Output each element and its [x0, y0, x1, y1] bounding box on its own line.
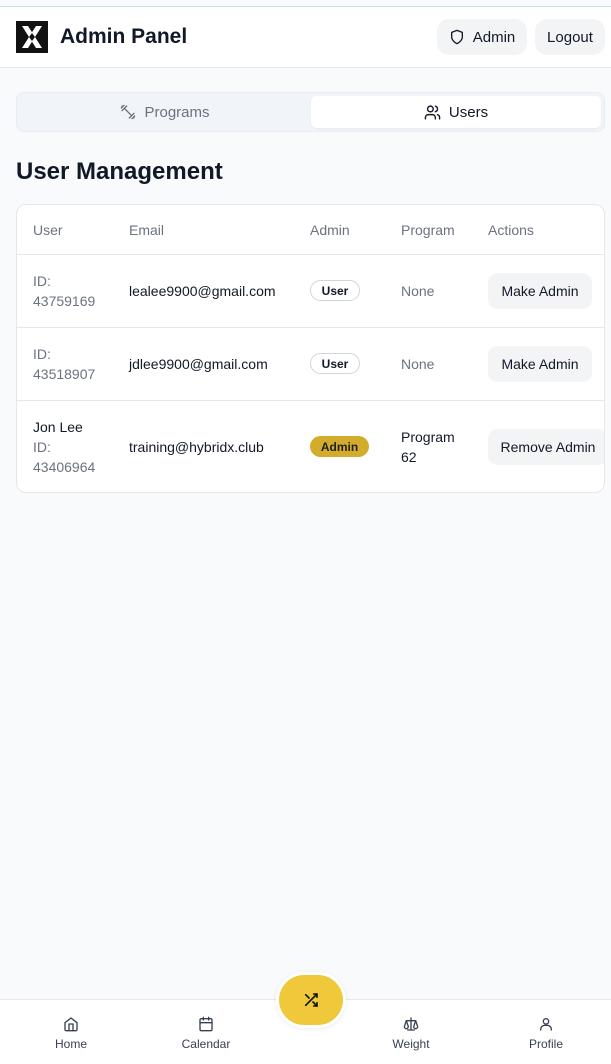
nav-label-profile: Profile — [528, 1037, 563, 1051]
table-row: Jon Lee ID: 43406964 training@hybridx.cl… — [17, 401, 604, 492]
make-admin-button[interactable]: Make Admin — [488, 273, 592, 309]
shuffle-fab-button[interactable] — [276, 972, 346, 1028]
user-id: ID: 43518907 — [33, 344, 113, 384]
nav-label-calendar: Calendar — [181, 1037, 231, 1051]
page-title: User Management — [16, 158, 223, 185]
tab-programs-label: Programs — [144, 103, 210, 121]
user-identity: Jon Lee ID: 43406964 — [33, 417, 113, 477]
app-title: Admin Panel — [60, 25, 188, 48]
user-id-value: 43759169 — [33, 293, 96, 309]
shuffle-icon — [304, 993, 318, 1007]
column-header-email: Email — [129, 222, 165, 238]
calendar-icon — [199, 1016, 213, 1032]
user-email: jdlee9900@gmail.com — [129, 356, 268, 372]
column-header-admin: Admin — [310, 222, 350, 238]
admin-button[interactable]: Admin — [437, 19, 527, 55]
app-header: Admin Panel Admin Logout — [0, 7, 611, 68]
shuffle-fab-inner — [279, 975, 343, 1025]
scale-icon — [403, 1017, 419, 1031]
user-id-value: 43518907 — [33, 366, 96, 382]
app-logo[interactable] — [16, 21, 48, 53]
column-header-actions: Actions — [488, 222, 534, 238]
user-program: None — [401, 283, 435, 299]
nav-label-home: Home — [54, 1037, 87, 1051]
user-program: Program 62 — [401, 429, 455, 465]
admin-button-label: Admin — [472, 28, 516, 46]
logo-x-icon — [22, 26, 42, 48]
shield-icon — [450, 29, 463, 45]
user-email: lealee9900@gmail.com — [129, 283, 276, 299]
nav-item-home[interactable]: Home — [26, 1016, 116, 1051]
user-id-label: ID: — [33, 439, 51, 455]
nav-item-profile[interactable]: Profile — [501, 1016, 591, 1051]
tab-programs[interactable]: Programs — [20, 96, 310, 128]
table-row: ID: 43759169 lealee9900@gmail.com User N… — [17, 255, 604, 328]
column-header-user: User — [33, 222, 63, 238]
user-icon — [540, 1018, 552, 1031]
user-id-value: 43406964 — [33, 459, 96, 475]
user-id-label: ID: — [33, 273, 51, 289]
users-table: User Email Admin Program Actions ID: 437… — [16, 204, 605, 493]
user-program: None — [401, 356, 435, 372]
home-icon — [64, 1017, 78, 1032]
user-email: training@hybridx.club — [129, 439, 264, 455]
role-badge: User — [310, 280, 360, 301]
tab-users-label: Users — [448, 103, 489, 121]
nav-item-calendar[interactable]: Calendar — [161, 1016, 251, 1051]
nav-item-weight[interactable]: Weight — [366, 1016, 456, 1051]
logout-button[interactable]: Logout — [535, 19, 605, 55]
tab-users[interactable]: Users — [311, 96, 601, 128]
role-badge: User — [310, 353, 360, 374]
nav-label-weight: Weight — [392, 1037, 430, 1051]
user-id-label: ID: — [33, 346, 51, 362]
admin-tabs: Programs Users — [16, 92, 605, 132]
user-name: Jon Lee — [33, 419, 83, 435]
user-id: ID: 43759169 — [33, 271, 113, 311]
remove-admin-button[interactable]: Remove Admin — [488, 429, 604, 465]
column-header-program: Program — [401, 222, 455, 238]
dumbbell-icon — [121, 104, 136, 120]
users-icon — [424, 104, 441, 120]
table-row: ID: 43518907 jdlee9900@gmail.com User No… — [17, 328, 604, 401]
role-badge: Admin — [310, 436, 369, 457]
make-admin-button[interactable]: Make Admin — [488, 346, 592, 382]
table-header: User Email Admin Program Actions — [17, 205, 604, 255]
